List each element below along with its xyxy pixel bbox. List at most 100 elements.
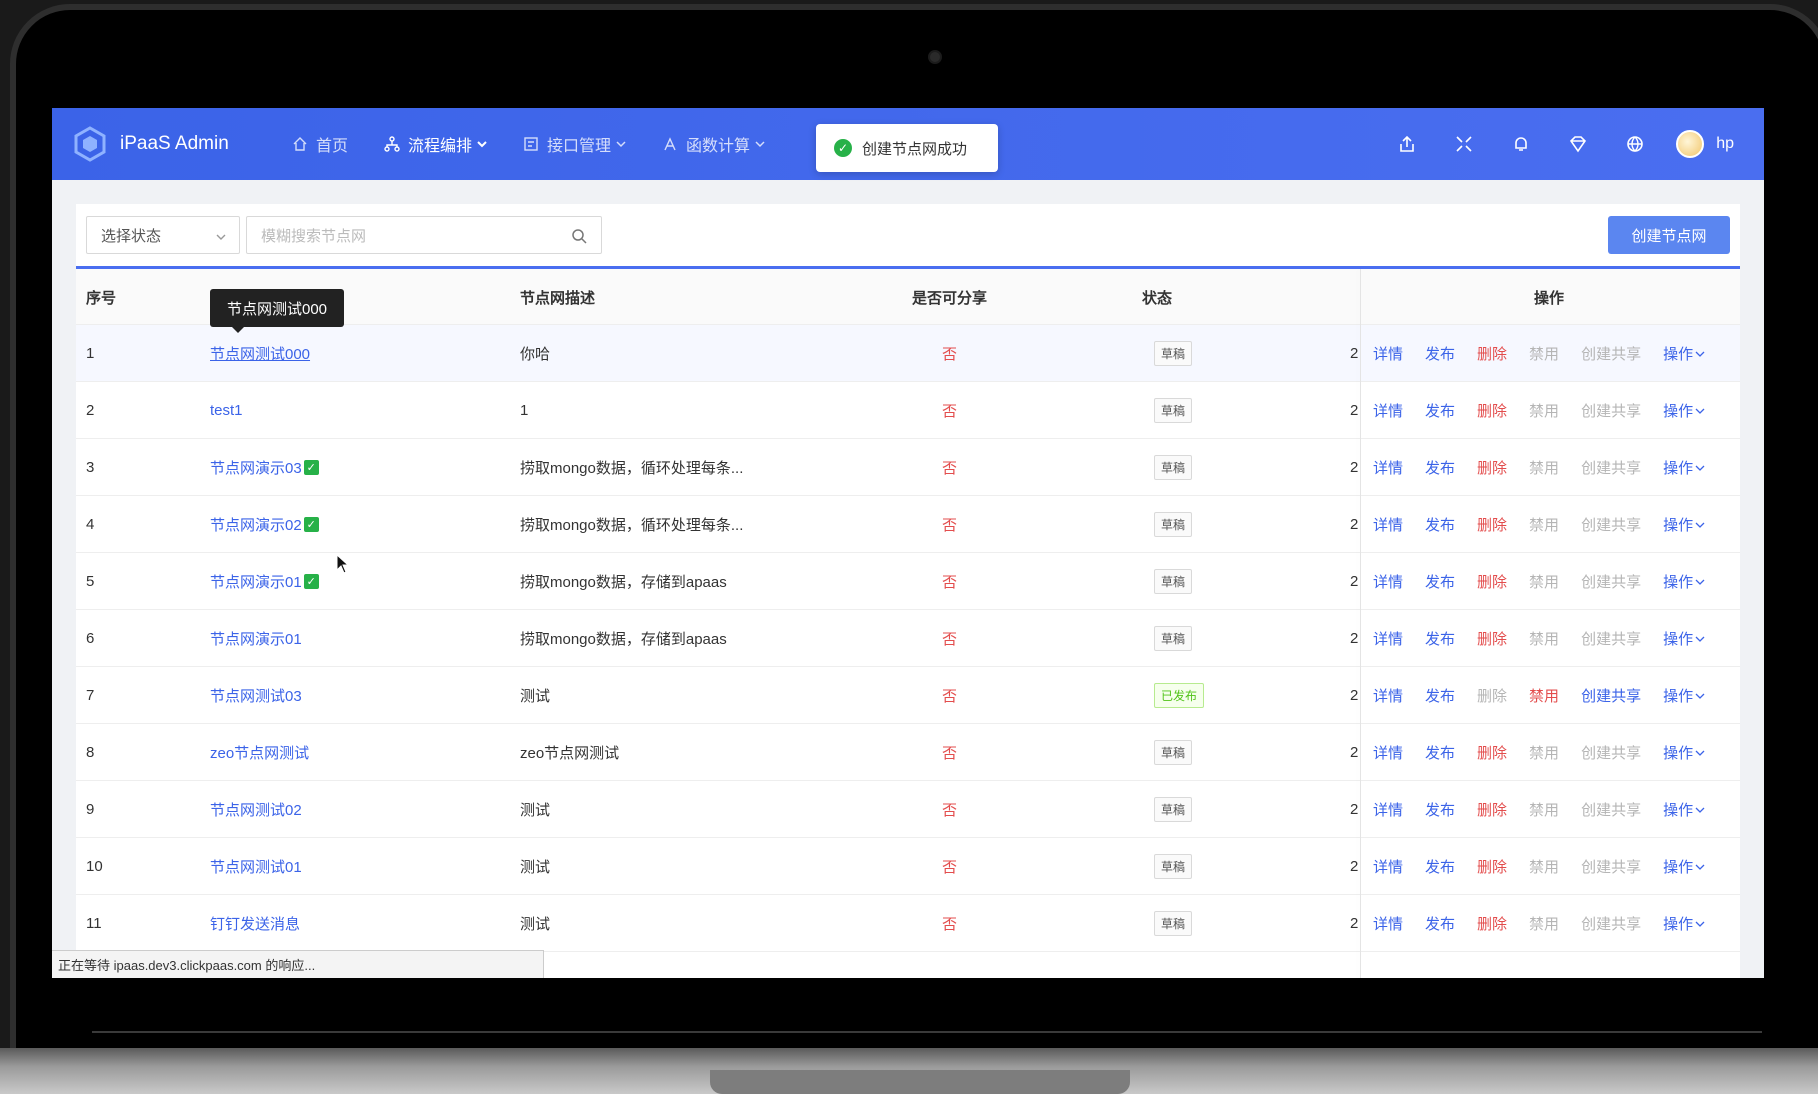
create-share-link[interactable]: 创建共享 (1581, 514, 1641, 535)
create-share-link[interactable]: 创建共享 (1581, 742, 1641, 763)
disable-link[interactable]: 禁用 (1529, 685, 1559, 706)
delete-link[interactable]: 删除 (1477, 457, 1507, 478)
search-icon[interactable] (571, 228, 587, 244)
detail-link[interactable]: 详情 (1373, 742, 1403, 763)
fullscreen-icon[interactable] (1453, 133, 1475, 155)
create-share-link[interactable]: 创建共享 (1581, 400, 1641, 421)
disable-link[interactable]: 禁用 (1529, 856, 1559, 877)
more-actions-dropdown[interactable]: 操作 (1663, 685, 1705, 706)
delete-link[interactable]: 删除 (1477, 685, 1507, 706)
delete-link[interactable]: 删除 (1477, 856, 1507, 877)
search-input[interactable]: 模糊搜索节点网 (246, 216, 602, 254)
publish-link[interactable]: 发布 (1425, 343, 1455, 364)
delete-link[interactable]: 删除 (1477, 400, 1507, 421)
row-name-link[interactable]: 节点网演示01 ✓ (210, 553, 319, 610)
publish-link[interactable]: 发布 (1425, 799, 1455, 820)
row-shareable: 否 (942, 403, 958, 420)
create-share-link[interactable]: 创建共享 (1581, 856, 1641, 877)
disable-link[interactable]: 禁用 (1529, 400, 1559, 421)
more-actions-dropdown[interactable]: 操作 (1663, 514, 1705, 535)
row-name-link[interactable]: zeo节点网测试 (210, 724, 309, 781)
status-badge: 草稿 (1154, 512, 1193, 537)
row-name-link[interactable]: 钉钉发送消息 (210, 895, 300, 952)
create-share-link[interactable]: 创建共享 (1581, 913, 1641, 934)
delete-link[interactable]: 删除 (1477, 571, 1507, 592)
detail-link[interactable]: 详情 (1373, 571, 1403, 592)
row-name-link[interactable]: 节点网测试02 (210, 781, 302, 838)
create-share-link[interactable]: 创建共享 (1581, 628, 1641, 649)
nav-flow[interactable]: 流程编排 (384, 132, 487, 156)
avatar[interactable] (1676, 130, 1705, 158)
delete-link[interactable]: 删除 (1477, 628, 1507, 649)
more-actions-dropdown[interactable]: 操作 (1663, 742, 1705, 763)
row-name-link[interactable]: 节点网演示03 ✓ (210, 439, 319, 496)
create-share-link[interactable]: 创建共享 (1581, 685, 1641, 706)
row-status: 草稿 (1154, 895, 1193, 952)
delete-link[interactable]: 删除 (1477, 799, 1507, 820)
row-name-link[interactable]: 节点网测试01 (210, 838, 302, 895)
disable-link[interactable]: 禁用 (1529, 343, 1559, 364)
detail-link[interactable]: 详情 (1373, 343, 1403, 364)
disable-link[interactable]: 禁用 (1529, 799, 1559, 820)
row-name-link[interactable]: 节点网测试03 (210, 667, 302, 724)
status-select[interactable]: 选择状态 (86, 216, 240, 254)
publish-link[interactable]: 发布 (1425, 514, 1455, 535)
publish-link[interactable]: 发布 (1425, 628, 1455, 649)
logout-icon[interactable] (1396, 133, 1418, 155)
publish-link[interactable]: 发布 (1425, 856, 1455, 877)
more-actions-dropdown[interactable]: 操作 (1663, 400, 1705, 421)
more-actions-dropdown[interactable]: 操作 (1663, 343, 1705, 364)
chevron-down-icon (1695, 351, 1705, 357)
row-name-link[interactable]: 节点网演示01 (210, 610, 302, 667)
table-row: 4 节点网演示02 ✓ 捞取mongo数据，循环处理每条... 否 草稿 2 详情 发布 删除 禁用… (76, 496, 1740, 553)
publish-link[interactable]: 发布 (1425, 742, 1455, 763)
more-actions-dropdown[interactable]: 操作 (1663, 913, 1705, 934)
detail-link[interactable]: 详情 (1373, 856, 1403, 877)
disable-link[interactable]: 禁用 (1529, 742, 1559, 763)
delete-link[interactable]: 删除 (1477, 343, 1507, 364)
disable-link[interactable]: 禁用 (1529, 514, 1559, 535)
create-network-button[interactable]: 创建节点网 (1608, 216, 1730, 254)
create-share-link[interactable]: 创建共享 (1581, 343, 1641, 364)
content-card: 选择状态 模糊搜索节点网 创建节点网 序号 节点网名称 节点网描述 是否可分享 … (76, 204, 1740, 978)
check-box-icon: ✓ (303, 517, 319, 532)
publish-link[interactable]: 发布 (1425, 400, 1455, 421)
nav-function[interactable]: 函数计算 (662, 132, 765, 156)
disable-link[interactable]: 禁用 (1529, 913, 1559, 934)
detail-link[interactable]: 详情 (1373, 514, 1403, 535)
publish-link[interactable]: 发布 (1425, 685, 1455, 706)
detail-link[interactable]: 详情 (1373, 913, 1403, 934)
bell-icon[interactable] (1510, 133, 1532, 155)
publish-link[interactable]: 发布 (1425, 571, 1455, 592)
disable-link[interactable]: 禁用 (1529, 628, 1559, 649)
more-actions-dropdown[interactable]: 操作 (1663, 571, 1705, 592)
diamond-icon[interactable] (1567, 133, 1589, 155)
disable-link[interactable]: 禁用 (1529, 571, 1559, 592)
create-share-link[interactable]: 创建共享 (1581, 457, 1641, 478)
delete-link[interactable]: 删除 (1477, 514, 1507, 535)
more-actions-dropdown[interactable]: 操作 (1663, 799, 1705, 820)
create-share-link[interactable]: 创建共享 (1581, 571, 1641, 592)
publish-link[interactable]: 发布 (1425, 913, 1455, 934)
disable-link[interactable]: 禁用 (1529, 457, 1559, 478)
create-share-link[interactable]: 创建共享 (1581, 799, 1641, 820)
row-name-link[interactable]: test1 (210, 382, 243, 439)
detail-link[interactable]: 详情 (1373, 799, 1403, 820)
row-name-link[interactable]: 节点网测试000 (210, 325, 310, 382)
globe-icon[interactable] (1624, 133, 1646, 155)
detail-link[interactable]: 详情 (1373, 457, 1403, 478)
detail-link[interactable]: 详情 (1373, 400, 1403, 421)
more-actions-dropdown[interactable]: 操作 (1663, 457, 1705, 478)
more-actions-dropdown[interactable]: 操作 (1663, 628, 1705, 649)
username[interactable]: hp (1716, 135, 1734, 153)
delete-link[interactable]: 删除 (1477, 913, 1507, 934)
detail-link[interactable]: 详情 (1373, 628, 1403, 649)
row-name-link[interactable]: 节点网演示02 ✓ (210, 496, 319, 553)
detail-link[interactable]: 详情 (1373, 685, 1403, 706)
publish-link[interactable]: 发布 (1425, 457, 1455, 478)
nav-api[interactable]: 接口管理 (523, 132, 626, 156)
more-actions-dropdown[interactable]: 操作 (1663, 856, 1705, 877)
logo[interactable]: iPaaS Admin (72, 126, 262, 162)
nav-home[interactable]: 首页 (292, 132, 348, 156)
delete-link[interactable]: 删除 (1477, 742, 1507, 763)
